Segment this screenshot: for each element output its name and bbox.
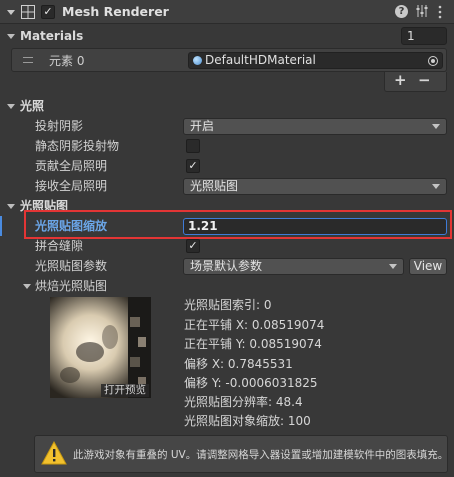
lightmapping-fold-icon[interactable] xyxy=(7,204,15,209)
contribute-gi-label: 贡献全局照明 xyxy=(35,159,108,173)
cast-shadows-value: 开启 xyxy=(190,119,215,133)
lightmap-stat: 光照贴图对象缩放: 100 xyxy=(184,414,311,428)
remove-material-button[interactable]: − xyxy=(418,71,431,89)
materials-footer: + − xyxy=(384,71,447,92)
material-element-label: 元素 0 xyxy=(49,54,85,68)
lightmap-stat: 光照贴图索引: 0 xyxy=(184,298,272,312)
lightmap-preview[interactable]: 打开预览 xyxy=(50,297,151,398)
lighting-header[interactable]: 光照 xyxy=(0,96,454,116)
lighting-title: 光照 xyxy=(20,99,45,113)
receive-gi-label: 接收全局照明 xyxy=(35,179,108,193)
context-menu-icon[interactable] xyxy=(438,5,442,19)
receive-gi-dropdown[interactable]: 光照贴图 xyxy=(183,178,447,195)
static-shadow-caster-checkbox[interactable] xyxy=(186,139,200,153)
help-icon[interactable]: ? xyxy=(395,5,408,18)
material-object-field[interactable]: DefaultHDMaterial xyxy=(188,52,443,69)
lightmap-parameters-dropdown[interactable]: 场景默认参数 xyxy=(183,258,404,275)
add-material-button[interactable]: + xyxy=(394,71,407,89)
dropdown-arrow-icon xyxy=(389,264,397,269)
receive-gi-row: 接收全局照明 光照贴图 xyxy=(0,176,454,196)
warning-icon xyxy=(41,440,67,466)
component-enabled-checkbox[interactable]: ✓ xyxy=(41,5,55,19)
mesh-renderer-icon xyxy=(21,5,35,19)
baked-lightmap-header[interactable]: 烘焙光照贴图 xyxy=(0,276,454,296)
material-sphere-icon xyxy=(193,56,202,65)
dropdown-arrow-icon xyxy=(432,184,440,189)
contribute-gi-row: 贡献全局照明 ✓ xyxy=(0,156,454,176)
materials-list: 元素 0 DefaultHDMaterial xyxy=(11,48,447,72)
materials-title: Materials xyxy=(20,29,84,43)
open-preview-button[interactable]: 打开预览 xyxy=(101,384,149,397)
dropdown-arrow-icon xyxy=(432,124,440,129)
receive-gi-value: 光照贴图 xyxy=(190,179,239,193)
highlight-box xyxy=(24,210,452,239)
lightmap-stat: 正在平铺 X: 0.08519074 xyxy=(184,318,325,332)
component-header: ✓ Mesh Renderer ? xyxy=(0,0,454,24)
lighting-fold-icon[interactable] xyxy=(7,104,15,109)
lightmap-preview-image xyxy=(50,297,151,398)
static-shadow-caster-row: 静态阴影投射物 xyxy=(0,136,454,156)
lightmap-parameters-row: 光照贴图参数 场景默认参数 View xyxy=(0,256,454,276)
lightmap-stat: 偏移 X: 0.7845531 xyxy=(184,357,293,371)
lightmap-parameters-value: 场景默认参数 xyxy=(190,259,263,273)
stitch-seams-label: 拼合缝隙 xyxy=(35,239,84,253)
collapse-arrow-icon[interactable] xyxy=(7,10,15,15)
component-title: Mesh Renderer xyxy=(62,4,169,19)
view-button[interactable]: View xyxy=(409,258,447,275)
cast-shadows-label: 投射阴影 xyxy=(35,119,84,133)
lightmap-parameters-label: 光照贴图参数 xyxy=(35,259,108,273)
lightmap-stat: 正在平铺 Y: 0.08519074 xyxy=(184,337,322,351)
baked-fold-icon[interactable] xyxy=(23,284,31,289)
cast-shadows-dropdown[interactable]: 开启 xyxy=(183,118,447,135)
stitch-seams-row: 拼合缝隙 ✓ xyxy=(0,236,454,256)
drag-handle-icon[interactable] xyxy=(23,57,33,63)
static-shadow-caster-label: 静态阴影投射物 xyxy=(35,139,120,153)
uv-overlap-warning: 此游戏对象有重叠的 UV。请调整网格导入器设置或增加建模软件中的图表填充。 xyxy=(34,435,448,473)
baked-lightmap-title: 烘焙光照贴图 xyxy=(35,279,108,293)
materials-fold-icon[interactable] xyxy=(7,34,15,39)
material-value: DefaultHDMaterial xyxy=(205,53,316,67)
object-picker-icon[interactable] xyxy=(428,56,438,66)
contribute-gi-checkbox[interactable]: ✓ xyxy=(186,159,200,173)
preset-icon[interactable] xyxy=(415,4,429,18)
lightmap-stat: 偏移 Y: -0.0006031825 xyxy=(184,376,318,390)
materials-count-field[interactable]: 1 xyxy=(401,27,447,45)
warning-text: 此游戏对象有重叠的 UV。请调整网格导入器设置或增加建模软件中的图表填充。 xyxy=(73,449,449,461)
stitch-seams-checkbox[interactable]: ✓ xyxy=(186,239,200,253)
cast-shadows-row: 投射阴影 开启 xyxy=(0,116,454,136)
lightmap-stat: 光照贴图分辨率: 48.4 xyxy=(184,395,303,409)
materials-header[interactable]: Materials 1 xyxy=(0,26,454,46)
